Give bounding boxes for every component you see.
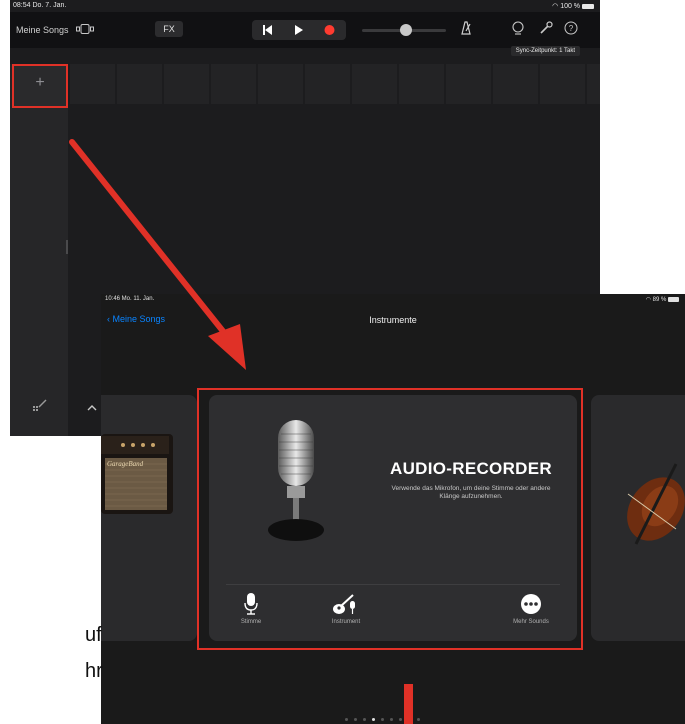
side-text-line: uf bbox=[85, 624, 102, 646]
side-text-line: hr bbox=[85, 660, 103, 682]
diagonal-arrow-head bbox=[208, 324, 246, 370]
diagonal-arrow-line bbox=[69, 139, 233, 343]
down-arrow-shaft bbox=[404, 684, 413, 724]
annotation-arrows bbox=[69, 139, 413, 724]
